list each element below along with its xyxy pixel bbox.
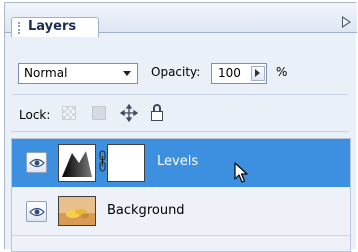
- layer-name[interactable]: Levels: [157, 154, 198, 169]
- tab-layers[interactable]: Layers: [11, 17, 99, 37]
- opacity-input[interactable]: 100: [211, 63, 267, 84]
- blend-mode-dropdown[interactable]: Normal: [18, 63, 138, 84]
- percent-sign: %: [276, 65, 288, 79]
- layers-panel: Layers Normal Opacity: 100 % Lock: Level…: [4, 2, 357, 252]
- layer-name[interactable]: Background: [107, 203, 185, 218]
- lock-transparency-icon[interactable]: [60, 104, 78, 122]
- blend-mode-value: Normal: [24, 66, 68, 80]
- opacity-slider-button[interactable]: [251, 66, 265, 81]
- visibility-eye-icon[interactable]: [26, 201, 47, 222]
- layer-row-levels[interactable]: Levels: [12, 139, 350, 187]
- background-thumbnail[interactable]: [58, 196, 96, 226]
- layers-list: Levels Background: [11, 138, 351, 252]
- layer-row-background[interactable]: Background: [12, 188, 350, 236]
- triangle-right-icon: [255, 69, 260, 77]
- panel-collapse-arrow-icon[interactable]: [342, 16, 351, 28]
- lock-image-icon[interactable]: [90, 104, 108, 122]
- layer-mask-thumbnail[interactable]: [107, 144, 145, 182]
- tab-label: Layers: [28, 19, 77, 34]
- divider: [11, 131, 349, 132]
- mask-link-icon[interactable]: [99, 150, 106, 175]
- panel-tab-strip: Layers: [5, 3, 357, 37]
- lock-label: Lock:: [19, 108, 51, 122]
- opacity-value: 100: [218, 66, 241, 80]
- opacity-label: Opacity:: [151, 65, 201, 79]
- divider: [11, 94, 349, 95]
- lock-all-icon[interactable]: [149, 104, 167, 122]
- mouse-pointer-icon: [234, 162, 248, 187]
- levels-adjustment-icon[interactable]: [58, 144, 96, 182]
- drag-grip-icon[interactable]: [18, 22, 23, 34]
- chevron-down-icon: [123, 71, 131, 76]
- visibility-eye-icon[interactable]: [26, 152, 47, 173]
- lock-position-icon[interactable]: [119, 103, 139, 123]
